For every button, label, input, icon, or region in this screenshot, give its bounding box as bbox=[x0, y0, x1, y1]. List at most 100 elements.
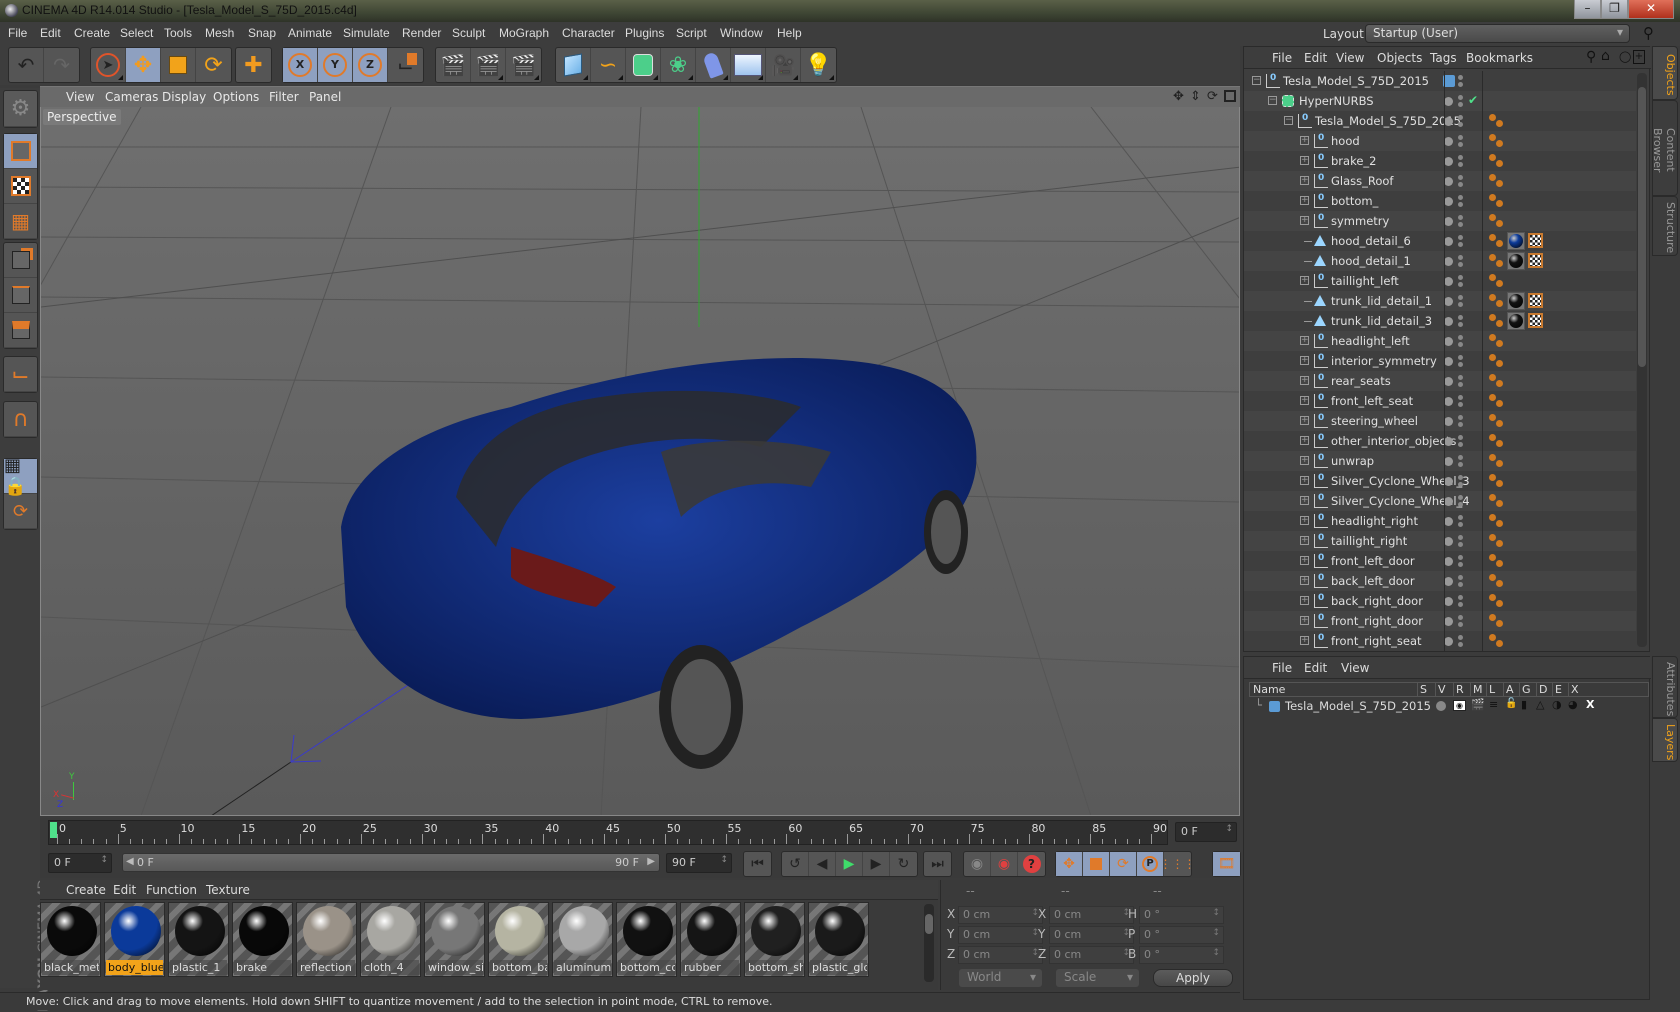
close-button[interactable]: ✕ bbox=[1628, 0, 1674, 19]
object-name[interactable]: front_right_seat bbox=[1331, 634, 1422, 648]
uvw-tag-icon[interactable] bbox=[1528, 293, 1543, 308]
redo-icon[interactable]: ↷ bbox=[44, 48, 79, 82]
layer-column-header[interactable]: D bbox=[1539, 683, 1547, 696]
material-swatch[interactable]: plastic_glo bbox=[808, 902, 869, 977]
visibility-dots[interactable] bbox=[1458, 315, 1463, 320]
phong-tag-icon[interactable] bbox=[1489, 314, 1496, 321]
coord-value-field[interactable]: 0 cm bbox=[1049, 946, 1134, 964]
object-name[interactable]: back_left_door bbox=[1331, 574, 1415, 588]
menu-sculpt[interactable]: Sculpt bbox=[452, 26, 485, 40]
zoom-view-icon[interactable]: ⇕ bbox=[1190, 89, 1201, 104]
material-swatch[interactable]: bottom_sh bbox=[744, 902, 805, 977]
keyframe-selection-icon[interactable]: ? bbox=[1018, 852, 1045, 876]
object-row[interactable]: +0 Silver_Cyclone_Wheel_3 bbox=[1244, 471, 1636, 491]
key-rotation-icon[interactable]: ⟳ bbox=[1110, 852, 1137, 876]
object-row[interactable]: +0 front_left_door bbox=[1244, 551, 1636, 571]
material-tag-icon[interactable] bbox=[1507, 292, 1525, 310]
solo-dot[interactable] bbox=[1444, 537, 1453, 546]
viewport-menu-panel[interactable]: Panel bbox=[309, 90, 341, 104]
om-menu-view[interactable]: View bbox=[1336, 51, 1364, 65]
solo-dot[interactable] bbox=[1444, 457, 1453, 466]
solo-dot[interactable] bbox=[1444, 497, 1453, 506]
expand-icon[interactable]: + bbox=[1300, 396, 1309, 405]
visibility-dots[interactable] bbox=[1458, 135, 1463, 140]
phong-tag-icon[interactable] bbox=[1489, 374, 1496, 381]
object-row[interactable]: +0 interior_symmetry bbox=[1244, 351, 1636, 371]
playhead[interactable] bbox=[50, 822, 57, 838]
goto-end-icon[interactable]: ⏭ bbox=[924, 852, 951, 876]
current-frame-field[interactable]: 0 F ↕ bbox=[1175, 822, 1237, 842]
object-name[interactable]: other_interior_objects bbox=[1331, 434, 1456, 448]
nurbs-icon[interactable] bbox=[626, 48, 661, 82]
coordinate-system-icon[interactable]: ⌙ bbox=[388, 48, 423, 82]
layer-column-header[interactable]: X bbox=[1571, 683, 1579, 696]
menu-script[interactable]: Script bbox=[676, 26, 707, 40]
object-name[interactable]: brake_2 bbox=[1331, 154, 1376, 168]
coord-value-field[interactable]: 0 cm bbox=[1049, 906, 1134, 924]
visibility-dots[interactable] bbox=[1458, 235, 1463, 240]
object-row[interactable]: +0 back_left_door bbox=[1244, 571, 1636, 591]
menu-render[interactable]: Render bbox=[402, 26, 441, 40]
object-name[interactable]: Glass_Roof bbox=[1331, 174, 1393, 188]
phong-tag-icon[interactable] bbox=[1489, 334, 1496, 341]
expand-icon[interactable]: + bbox=[1300, 476, 1309, 485]
workplane-rotate-icon[interactable]: ⟳ bbox=[4, 494, 37, 529]
visibility-dots[interactable] bbox=[1458, 255, 1463, 260]
layer-manager-toggle[interactable]: ≡ bbox=[1489, 698, 1498, 711]
coord-value-field[interactable]: 0 ° bbox=[1139, 906, 1224, 924]
visibility-dots[interactable] bbox=[1458, 355, 1463, 360]
timeline-window-icon[interactable]: 🎞 bbox=[1213, 852, 1240, 876]
solo-dot[interactable] bbox=[1444, 117, 1453, 126]
visibility-dots[interactable] bbox=[1458, 555, 1463, 560]
menu-mesh[interactable]: Mesh bbox=[205, 26, 234, 40]
expand-icon[interactable]: + bbox=[1300, 156, 1309, 165]
collapse-icon[interactable]: − bbox=[1284, 116, 1293, 125]
object-name[interactable]: headlight_right bbox=[1331, 514, 1418, 528]
expand-icon[interactable]: + bbox=[1300, 616, 1309, 625]
scale-icon[interactable] bbox=[161, 48, 196, 82]
visibility-dots[interactable] bbox=[1458, 395, 1463, 400]
object-row[interactable]: +0 front_right_door bbox=[1244, 611, 1636, 631]
expand-icon[interactable]: + bbox=[1300, 596, 1309, 605]
auto-key-icon[interactable]: ◉ bbox=[991, 852, 1018, 876]
model-mode-icon[interactable] bbox=[4, 134, 37, 169]
material-swatch[interactable]: reflection bbox=[296, 902, 357, 977]
solo-dot[interactable] bbox=[1444, 177, 1453, 186]
expand-icon[interactable]: + bbox=[1300, 496, 1309, 505]
layer-column-header[interactable]: R bbox=[1456, 683, 1464, 696]
end-frame-field[interactable]: 90 F ↕ bbox=[666, 853, 732, 873]
minimize-button[interactable]: – bbox=[1574, 0, 1601, 19]
phong-tag-icon[interactable] bbox=[1489, 134, 1496, 141]
mograph-cloner-icon[interactable]: ❀ bbox=[661, 48, 696, 82]
phong-tag-icon[interactable] bbox=[1489, 234, 1496, 241]
solo-dot[interactable] bbox=[1444, 357, 1453, 366]
om-menu-edit[interactable]: Edit bbox=[1304, 51, 1327, 65]
object-row[interactable]: +0 front_left_seat bbox=[1244, 391, 1636, 411]
texture-mode-icon[interactable] bbox=[4, 169, 37, 204]
timeline-ruler[interactable]: 0 5 10 15 20 25 30 35 40 45 50 55 60 65 70 75 80 85 90 bbox=[48, 820, 1168, 845]
phong-tag-icon[interactable] bbox=[1489, 614, 1496, 621]
visibility-dots[interactable] bbox=[1458, 275, 1463, 280]
material-swatch[interactable]: cloth_4 bbox=[360, 902, 421, 977]
material-scrollbar[interactable] bbox=[924, 904, 934, 982]
solo-dot[interactable] bbox=[1444, 597, 1453, 606]
expand-icon[interactable]: + bbox=[1300, 556, 1309, 565]
solo-dot[interactable] bbox=[1444, 477, 1453, 486]
object-row[interactable]: +0 Silver_Cyclone_Wheel_4 bbox=[1244, 491, 1636, 511]
visibility-dots[interactable] bbox=[1458, 415, 1463, 420]
key-scale-icon[interactable] bbox=[1083, 852, 1110, 876]
visibility-dots[interactable] bbox=[1458, 295, 1463, 300]
rotate-view-icon[interactable]: ⟳ bbox=[1207, 89, 1218, 104]
layout-dropdown[interactable]: Startup (User) ▾ bbox=[1365, 24, 1630, 43]
object-name[interactable]: Tesla_Model_S_75D_2015 bbox=[1315, 114, 1461, 128]
expand-icon[interactable]: + bbox=[1300, 576, 1309, 585]
object-row[interactable]: − HyperNURBS ✔ bbox=[1244, 91, 1636, 111]
expand-icon[interactable]: + bbox=[1300, 536, 1309, 545]
edges-mode-icon[interactable] bbox=[4, 278, 37, 313]
solo-dot[interactable] bbox=[1444, 337, 1453, 346]
record-key-icon[interactable]: ◉ bbox=[964, 852, 991, 876]
phong-tag-icon[interactable] bbox=[1489, 254, 1496, 261]
object-name[interactable]: front_left_door bbox=[1331, 554, 1415, 568]
menu-create[interactable]: Create bbox=[74, 26, 110, 40]
expand-icon[interactable]: + bbox=[1300, 336, 1309, 345]
